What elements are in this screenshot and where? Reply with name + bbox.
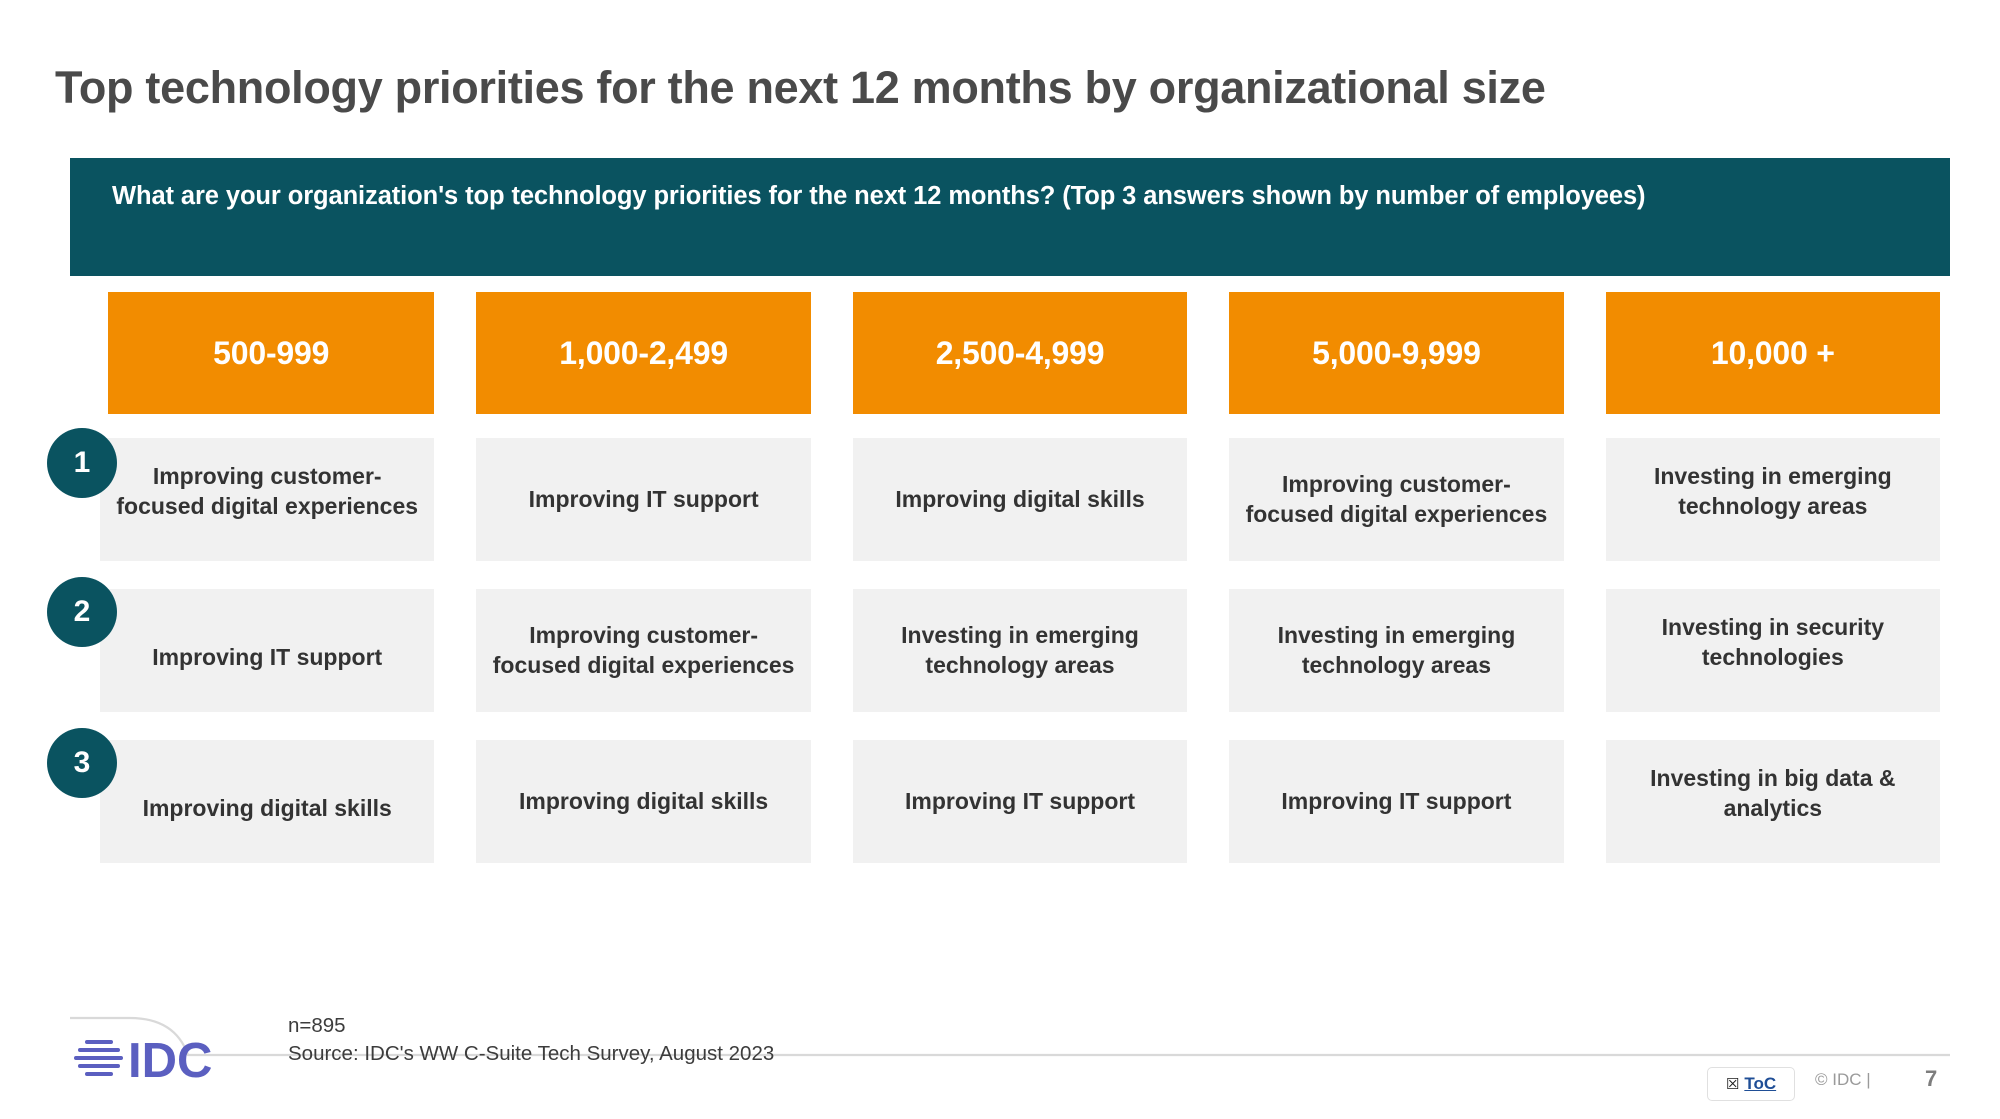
question-text: What are your organization's top technol… [112, 182, 1646, 210]
cell-col-5000-9999-rank-1: Improving customer-focused digital exper… [1229, 438, 1564, 561]
priorities-matrix: 500-999 1,000-2,499 2,500-4,999 5,000-9,… [0, 292, 2000, 891]
column-header-label: 500-999 [108, 292, 435, 414]
idc-logo: IDC [74, 1034, 212, 1088]
table-row: 1 Improving customer-focused digital exp… [0, 428, 2000, 561]
priority-cell: Improving customer-focused digital exper… [100, 438, 435, 561]
cell-col-2500-4999-rank-1: Improving digital skills [852, 438, 1188, 561]
column-header-row: 500-999 1,000-2,499 2,500-4,999 5,000-9,… [0, 292, 2000, 414]
priority-cell: Improving digital skills [476, 740, 811, 863]
priority-text: Improving IT support [152, 643, 383, 670]
cell-col-500-999-rank-3: Improving digital skills [100, 740, 435, 863]
toc-icon: ☒ [1725, 1074, 1740, 1093]
column-header-label: 5,000-9,999 [1229, 292, 1564, 414]
priority-text: Investing in emerging technology areas [1653, 463, 1892, 519]
copyright-label: © IDC | [1815, 1070, 1871, 1089]
column-header-label: 10,000 + [1605, 292, 1941, 414]
column-header-label: 2,500-4,999 [852, 292, 1188, 414]
cell-col-2500-4999-rank-2: Investing in emerging technology areas [852, 589, 1188, 712]
priority-cell: Investing in big data & analytics [1605, 740, 1941, 863]
toc-button[interactable]: ☒ ToC [1707, 1067, 1795, 1101]
priority-text: Improving digital skills [895, 485, 1145, 512]
table-row: 2 Improving IT support Improving custome… [0, 577, 2000, 712]
priority-cell: Improving customer-focused digital exper… [476, 589, 811, 712]
priority-cell: Improving digital skills [852, 438, 1188, 561]
toc-button-label: ToC [1744, 1074, 1777, 1093]
priority-cell: Improving digital skills [100, 740, 435, 863]
priority-text: Improving customer-focused digital exper… [116, 463, 419, 519]
cell-col-10000-plus-rank-3: Investing in big data & analytics [1605, 740, 1941, 863]
priority-cell: Improving IT support [1229, 740, 1564, 863]
source-label: Source: IDC's WW C-Suite Tech Survey, Au… [288, 1041, 775, 1065]
priority-cell: Improving customer-focused digital exper… [1229, 438, 1564, 561]
question-banner: What are your organization's top technol… [70, 158, 1950, 276]
table-row: 3 Improving digital skills Improving dig… [0, 728, 2000, 863]
priority-text: Investing in emerging technology areas [901, 622, 1139, 678]
rank-badge-1: 1 [47, 428, 117, 498]
sample-size-label: n=895 [288, 1014, 346, 1037]
cell-col-10000-plus-rank-1: Investing in emerging technology areas [1605, 438, 1941, 561]
column-10000-plus: 10,000 + [1605, 292, 1941, 414]
priority-text: Improving customer-focused digital exper… [492, 622, 795, 678]
priority-text: Improving IT support [1281, 787, 1512, 814]
priority-cell: Improving IT support [852, 740, 1188, 863]
priority-text: Improving IT support [905, 787, 1136, 814]
cell-col-500-999-rank-2: Improving IT support [100, 589, 435, 712]
rank-badge-label: 3 [73, 746, 91, 779]
priority-text: Improving digital skills [142, 794, 392, 821]
rank-badge-label: 2 [73, 595, 91, 628]
cell-col-5000-9999-rank-3: Improving IT support [1229, 740, 1564, 863]
source-note: n=895 Source: IDC's WW C-Suite Tech Surv… [288, 1012, 774, 1067]
cell-col-1000-2499-rank-1: Improving IT support [476, 438, 811, 561]
column-2500-4999: 2,500-4,999 [852, 292, 1188, 414]
priority-cell: Improving IT support [100, 589, 435, 712]
priority-text: Improving customer-focused digital exper… [1245, 471, 1548, 527]
cell-col-1000-2499-rank-3: Improving digital skills [476, 740, 811, 863]
priority-text: Investing in emerging technology areas [1277, 622, 1516, 678]
cell-col-500-999-rank-1: Improving customer-focused digital exper… [100, 438, 435, 561]
cell-col-10000-plus-rank-2: Investing in security technologies [1605, 589, 1941, 712]
rank-badge-3: 3 [47, 728, 117, 798]
priority-text: Investing in security technologies [1661, 614, 1885, 670]
column-1000-2499: 1,000-2,499 [476, 292, 811, 414]
column-500-999: 500-999 [100, 292, 435, 414]
column-5000-9999: 5,000-9,999 [1229, 292, 1564, 414]
rank-badge-2: 2 [47, 577, 117, 647]
priority-cell: Investing in security technologies [1605, 589, 1941, 712]
priority-cell: Investing in emerging technology areas [1605, 438, 1941, 561]
cell-col-2500-4999-rank-3: Improving IT support [852, 740, 1188, 863]
page-number: 7 [1925, 1066, 1938, 1091]
priority-cell: Investing in emerging technology areas [1229, 589, 1564, 712]
cell-col-1000-2499-rank-2: Improving customer-focused digital exper… [476, 589, 811, 712]
priority-text: Improving IT support [528, 485, 759, 512]
column-header-label: 1,000-2,499 [476, 292, 811, 414]
cell-col-5000-9999-rank-2: Investing in emerging technology areas [1229, 589, 1564, 712]
priority-text: Improving digital skills [519, 787, 769, 814]
priority-text: Investing in big data & analytics [1650, 765, 1896, 821]
priority-cell: Investing in emerging technology areas [852, 589, 1188, 712]
page-title: Top technology priorities for the next 1… [55, 62, 1546, 113]
rank-badge-label: 1 [73, 446, 91, 479]
priority-cell: Improving IT support [476, 438, 811, 561]
svg-text:IDC: IDC [128, 1034, 212, 1088]
